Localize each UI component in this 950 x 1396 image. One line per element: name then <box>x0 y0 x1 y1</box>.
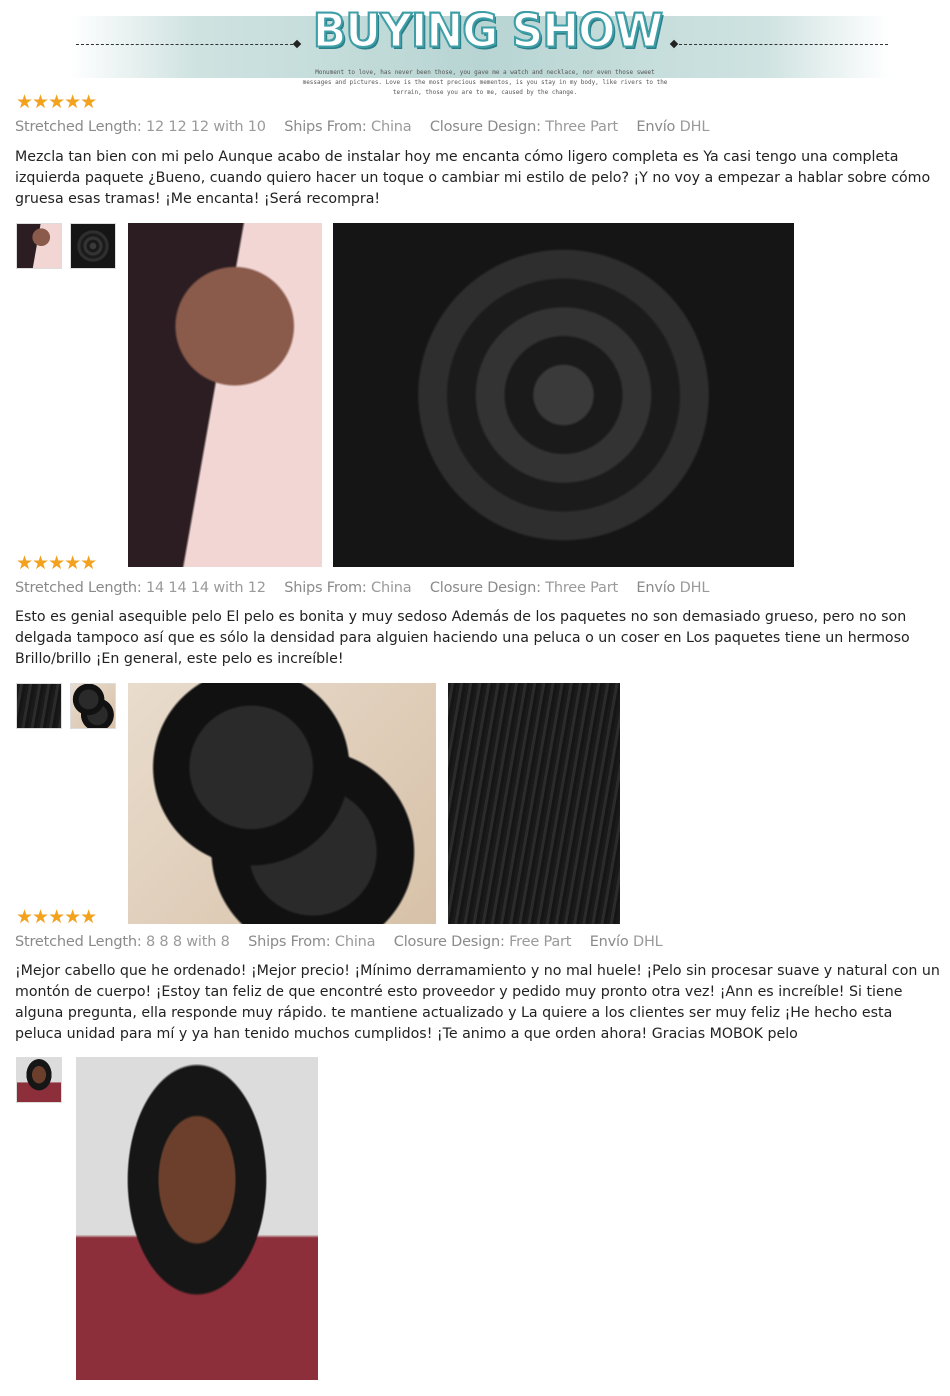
banner-divider-right <box>674 44 888 45</box>
review-photo-thumbnail[interactable] <box>16 223 62 269</box>
review-photo <box>448 683 620 924</box>
review-attributes: Stretched Length: 12 12 12 with 10 Ships… <box>15 119 723 135</box>
envio-label: Envío <box>589 934 629 950</box>
length-value: 8 8 8 with 8 <box>145 934 230 950</box>
length-value: 14 14 14 with 12 <box>145 580 266 596</box>
ships-label: Ships From: <box>248 934 331 950</box>
review-attributes: Stretched Length: 8 8 8 with 8 Ships Fro… <box>15 934 677 950</box>
envio-label: Envío <box>636 119 676 135</box>
envio-value: DHL <box>632 934 663 950</box>
closure-value: Three Part <box>545 580 618 596</box>
review-text: ¡Mejor cabello que he ordenado! ¡Mejor p… <box>15 963 940 1042</box>
review-photo <box>128 223 322 567</box>
ships-value: China <box>334 934 376 950</box>
banner-divider-left <box>76 44 298 45</box>
banner-subtitle: Monument to love, has never been those, … <box>302 69 668 96</box>
closure-label: Closure Design: <box>393 934 505 950</box>
envio-value: DHL <box>679 580 710 596</box>
envio-value: DHL <box>679 119 710 135</box>
review-photo-thumbnail[interactable] <box>16 1057 62 1103</box>
review-photo <box>76 1057 318 1380</box>
ships-label: Ships From: <box>284 119 367 135</box>
review-photo <box>333 223 794 567</box>
buying-show-banner: BUYING SHOW Monument to love, has never … <box>0 0 950 100</box>
ships-value: China <box>371 580 412 596</box>
closure-value: Three Part <box>545 119 618 135</box>
length-label: Stretched Length: <box>15 119 142 135</box>
closure-label: Closure Design: <box>429 119 541 135</box>
banner-title: BUYING SHOW <box>312 4 664 60</box>
review-photo-thumbnail[interactable] <box>70 223 116 269</box>
ships-label: Ships From: <box>284 580 367 596</box>
closure-value: Free Part <box>509 934 572 950</box>
length-value: 12 12 12 with 10 <box>145 119 266 135</box>
review-photo-thumbnail[interactable] <box>70 683 116 729</box>
length-label: Stretched Length: <box>15 934 142 950</box>
ships-value: China <box>371 119 412 135</box>
review-photo-thumbnail[interactable] <box>16 683 62 729</box>
review-text: Mezcla tan bien con mi pelo Aunque acabo… <box>15 149 931 207</box>
star-rating: ★★★★★ <box>16 552 97 574</box>
length-label: Stretched Length: <box>15 580 142 596</box>
star-rating: ★★★★★ <box>16 91 97 113</box>
star-rating: ★★★★★ <box>16 906 97 928</box>
review-attributes: Stretched Length: 14 14 14 with 12 Ships… <box>15 580 723 596</box>
closure-label: Closure Design: <box>429 580 541 596</box>
review-text: Esto es genial asequible pelo El pelo es… <box>15 609 910 667</box>
review-photo <box>128 683 436 924</box>
envio-label: Envío <box>636 580 676 596</box>
